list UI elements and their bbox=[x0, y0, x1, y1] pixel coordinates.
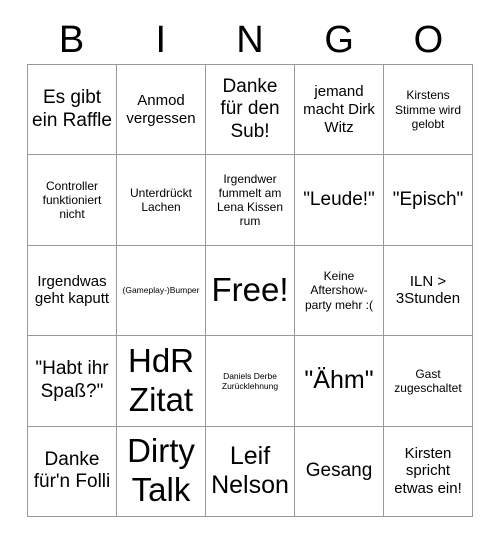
bingo-cell-r3c5[interactable]: ILN > 3Stunden bbox=[384, 245, 473, 337]
bingo-cell-r4c2[interactable]: HdR Zitat bbox=[117, 336, 206, 427]
bingo-cell-r1c3[interactable]: Danke für den Sub! bbox=[206, 65, 295, 156]
bingo-cell-label: Danke für'n Folli bbox=[33, 448, 111, 493]
bingo-header-letter-g: G bbox=[324, 19, 354, 61]
bingo-cell-label: Gast zugeschaltet bbox=[394, 366, 462, 395]
bingo-cell-r2c3[interactable]: Irgendwer fummelt am Lena Kissen rum bbox=[206, 155, 295, 246]
bingo-cell-label: Controller funktioniert nicht bbox=[42, 178, 102, 222]
bingo-header-letter-i: I bbox=[155, 19, 167, 61]
bingo-cell-label: Keine Aftershow-party mehr :( bbox=[304, 269, 373, 312]
bingo-header: BINGO bbox=[27, 16, 473, 64]
bingo-header-letter-o: O bbox=[413, 19, 444, 61]
bingo-cell-label: Unterdrückt Lachen bbox=[129, 185, 193, 215]
bingo-cell-r5c4[interactable]: Gesang bbox=[295, 426, 384, 517]
bingo-cell-label: Leif Nelson bbox=[211, 441, 289, 500]
bingo-cell-label: Irgendwer fummelt am Lena Kissen rum bbox=[216, 171, 284, 229]
bingo-cell-label: jemand macht Dirk Witz bbox=[303, 83, 375, 136]
bingo-cell-r3c2[interactable]: (Gameplay-)Bumper bbox=[117, 245, 206, 337]
bingo-cell-r3c1[interactable]: Irgendwas geht kaputt bbox=[28, 245, 117, 337]
bingo-cell-r5c2[interactable]: Dirty Talk bbox=[117, 426, 206, 517]
bingo-cell-label: Dirty Talk bbox=[127, 432, 195, 509]
bingo-cell-r4c5[interactable]: Gast zugeschaltet bbox=[384, 336, 473, 427]
bingo-cell-label: Es gibt ein Raffle bbox=[32, 87, 112, 131]
bingo-cell-r3c3[interactable]: Free! bbox=[206, 245, 295, 337]
bingo-cell-label: HdR Zitat bbox=[127, 341, 195, 418]
bingo-cell-r1c2[interactable]: Anmod vergessen bbox=[117, 65, 206, 156]
bingo-card: B I N G O Es gibt ein Raffle Anmod vergessen D… bbox=[0, 0, 500, 544]
bingo-cell-r1c1[interactable]: Es gibt ein Raffle bbox=[28, 65, 117, 156]
bingo-cell-r1c5[interactable]: Kirstens Stimme wird gelobt bbox=[384, 65, 473, 156]
bingo-cell-label: (Gameplay-)Bumper bbox=[122, 285, 200, 296]
bingo-cell-r3c4[interactable]: Keine Aftershow-party mehr :( bbox=[295, 245, 384, 337]
bingo-cell-label: Daniels Derbe Zurücklehnung bbox=[221, 370, 279, 391]
bingo-header-letter-b: B bbox=[58, 19, 85, 61]
bingo-cell-r4c1[interactable]: "Habt ihr Spaß?" bbox=[28, 336, 117, 427]
bingo-cell-label: "Habt ihr Spaß?" bbox=[35, 358, 109, 402]
bingo-cell-label: "Episch" bbox=[392, 188, 464, 210]
bingo-cell-r4c3[interactable]: Daniels Derbe Zurücklehnung bbox=[206, 336, 295, 427]
bingo-cell-label: Kirstens Stimme wird gelobt bbox=[394, 88, 461, 131]
bingo-cell-label: Anmod vergessen bbox=[126, 92, 196, 127]
bingo-cell-r5c5[interactable]: Kirsten spricht etwas ein! bbox=[384, 426, 473, 517]
bingo-cell-label: Kirsten spricht etwas ein! bbox=[394, 444, 462, 498]
bingo-cell-label: Gesang bbox=[305, 460, 373, 482]
bingo-cell-r2c4[interactable]: "Leude!" bbox=[295, 155, 384, 246]
bingo-cell-label: ILN > 3Stunden bbox=[395, 272, 461, 308]
bingo-cell-r2c5[interactable]: "Episch" bbox=[384, 155, 473, 246]
bingo-cell-label: Danke für den Sub! bbox=[220, 76, 280, 142]
bingo-cell-r2c1[interactable]: Controller funktioniert nicht bbox=[28, 155, 117, 246]
bingo-cell-r2c2[interactable]: Unterdrückt Lachen bbox=[117, 155, 206, 246]
bingo-header-letter-n: N bbox=[236, 19, 264, 61]
bingo-cell-r5c3[interactable]: Leif Nelson bbox=[206, 426, 295, 517]
bingo-cell-r1c4[interactable]: jemand macht Dirk Witz bbox=[295, 65, 384, 156]
bingo-cell-label: Free! bbox=[211, 271, 289, 309]
bingo-cell-r5c1[interactable]: Danke für'n Folli bbox=[28, 426, 117, 517]
bingo-cell-label: "Ähm" bbox=[304, 366, 374, 395]
bingo-cell-r4c4[interactable]: "Ähm" bbox=[295, 336, 384, 427]
bingo-cell-label: "Leude!" bbox=[303, 188, 375, 210]
bingo-grid: Es gibt ein Raffle Anmod vergessen Danke f… bbox=[27, 64, 473, 517]
bingo-cell-label: Irgendwas geht kaputt bbox=[34, 272, 110, 308]
